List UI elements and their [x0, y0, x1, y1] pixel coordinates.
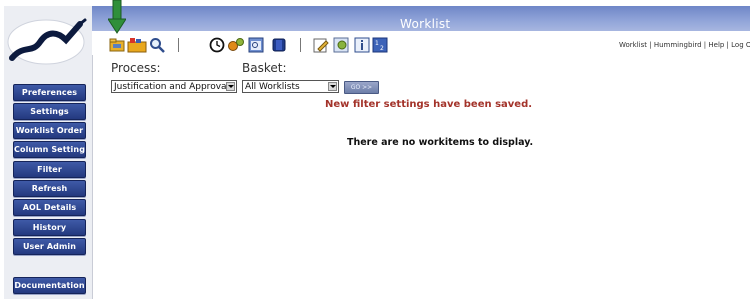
calendar-view-icon[interactable]	[248, 37, 264, 53]
sidebar-item-refresh[interactable]: Refresh	[13, 180, 86, 197]
info-icon[interactable]	[354, 37, 370, 53]
sidebar-item-worklist-order[interactable]: Worklist Order	[13, 122, 86, 139]
sidebar-item-aol-details[interactable]: AOL Details	[13, 199, 86, 216]
basket-label: Basket:	[242, 61, 287, 75]
open-folder-icon[interactable]	[109, 37, 125, 53]
process-select[interactable]: Justification and Approval	[111, 80, 237, 93]
magnifier-icon[interactable]	[149, 37, 165, 53]
toolbar-separator	[300, 38, 301, 52]
page-title: Worklist	[400, 17, 451, 31]
sidebar-item-preferences[interactable]: Preferences	[13, 84, 86, 101]
sidebar-item-documentation[interactable]: Documentation	[13, 277, 86, 294]
svg-text:2: 2	[380, 45, 384, 52]
edit-pencil-icon[interactable]	[313, 37, 329, 53]
process-label: Process:	[111, 61, 161, 75]
clock-icon[interactable]	[209, 37, 225, 53]
numbered-list-icon[interactable]: 1 2	[372, 37, 388, 53]
chevron-down-icon[interactable]	[226, 82, 235, 91]
chevron-down-icon[interactable]	[328, 82, 337, 91]
filter-saved-message: New filter settings have been saved.	[325, 99, 533, 110]
user-links[interactable]: Worklist | Hummingbird | Help | Log Out	[619, 41, 750, 49]
gears-icon[interactable]	[227, 37, 245, 53]
book-icon[interactable]	[271, 37, 287, 53]
app-window: Preferences Settings Worklist Order Colu…	[0, 0, 750, 299]
sidebar-item-settings[interactable]: Settings	[13, 103, 86, 120]
left-sidebar: Preferences Settings Worklist Order Colu…	[4, 6, 93, 299]
sidebar-item-column-settings[interactable]: Column Settings	[13, 141, 86, 158]
app-logo-icon	[7, 18, 87, 65]
properties-icon[interactable]	[333, 37, 349, 53]
go-button[interactable]: GO >>	[344, 81, 379, 94]
sidebar-item-user-admin[interactable]: User Admin	[13, 238, 86, 255]
basket-select-value: All Worklists	[245, 82, 300, 92]
basket-select[interactable]: All Worklists	[242, 80, 339, 93]
svg-text:1: 1	[375, 40, 379, 47]
down-arrow-indicator-icon	[108, 0, 126, 34]
sidebar-item-filter[interactable]: Filter	[13, 161, 86, 178]
folder-with-icons-icon[interactable]	[127, 37, 147, 53]
toolbar-separator	[178, 38, 179, 52]
process-select-value: Justification and Approval	[114, 82, 230, 92]
empty-worklist-message: There are no workitems to display.	[347, 137, 534, 148]
sidebar-item-history[interactable]: History	[13, 219, 86, 236]
